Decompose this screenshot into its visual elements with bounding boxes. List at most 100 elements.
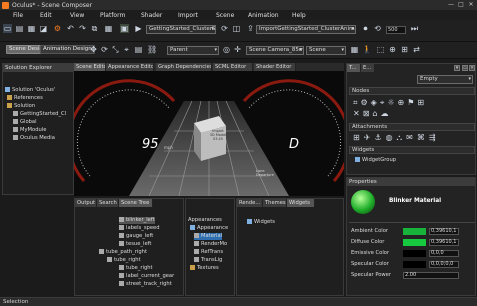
section-nodes[interactable]: Nodes xyxy=(349,87,475,95)
tab-themes[interactable]: Themes xyxy=(263,199,287,207)
tree-row[interactable]: MyModule xyxy=(13,127,46,134)
maximize-button[interactable]: □ xyxy=(456,1,466,9)
preview-icon[interactable]: ◫ xyxy=(232,24,241,33)
tree-row[interactable]: Global xyxy=(13,119,37,126)
tree-row[interactable]: Textures xyxy=(190,265,219,272)
target-icon[interactable]: ✛ xyxy=(233,45,242,54)
camera-select[interactable]: Scene Camera_85mm xyxy=(246,46,304,55)
menu-file[interactable]: File xyxy=(13,12,23,19)
tab-appearance-editor[interactable]: Appearance Editor xyxy=(106,63,154,71)
save-icon[interactable]: ▦ xyxy=(27,24,36,33)
tree-row[interactable]: Appearance xyxy=(190,225,228,232)
tab-toolbox[interactable]: T... xyxy=(347,64,361,72)
link-icon[interactable]: ⛓ xyxy=(147,45,157,54)
node-icons[interactable]: ⌗⚙◈⌖☼⊕⚑⊞ ✕⊠⌂☁ xyxy=(353,97,473,119)
step-icon[interactable]: ⏭ xyxy=(410,24,419,33)
tree-row[interactable]: tesue_left xyxy=(119,241,151,248)
tab-scml-editor[interactable]: SCML Editor xyxy=(213,63,253,71)
attachment-icons[interactable]: ⊞✈⚓◍⛬✉⌘⇶ xyxy=(353,133,473,143)
parent-select[interactable]: Parent xyxy=(167,46,219,55)
tab-graph-dependencies[interactable]: Graph Dependencies xyxy=(156,63,212,71)
tree-row[interactable]: Solution 'Oculus' xyxy=(5,87,55,94)
grid-icon[interactable]: ▦ xyxy=(104,24,113,33)
tree-row[interactable]: Appearances xyxy=(188,217,222,224)
snap-icon[interactable]: ⌖ xyxy=(122,45,131,54)
tree-row[interactable]: tube_path_right xyxy=(99,249,147,256)
tree-row[interactable]: blinker_left xyxy=(119,217,155,224)
undo-icon[interactable]: ↶ xyxy=(66,24,75,33)
focus-icon[interactable]: ◎ xyxy=(222,45,231,54)
tree-row[interactable]: tube_right xyxy=(107,257,141,264)
tab-search[interactable]: Search xyxy=(97,199,119,207)
tab-shader-editor[interactable]: Shader Editor xyxy=(254,63,296,71)
tree-row[interactable]: Widgets xyxy=(247,219,275,226)
open-icon[interactable]: ▤ xyxy=(15,24,24,33)
section-widgets[interactable]: Widgets xyxy=(349,146,475,154)
move-icon[interactable]: ✥ xyxy=(89,45,98,54)
align-icon[interactable]: ▤ xyxy=(134,45,143,54)
save-all-icon[interactable]: ◪ xyxy=(39,24,48,33)
menu-shader[interactable]: Shader xyxy=(141,12,162,19)
tree-row[interactable]: Oculus Media xyxy=(13,135,55,142)
ruler-icon[interactable]: ⊞ xyxy=(400,45,409,54)
tab-scene-editor[interactable]: Scene Editor xyxy=(74,63,106,71)
close-button[interactable]: ✕ xyxy=(466,1,476,9)
tree-row[interactable]: RefTrans xyxy=(194,249,223,256)
refresh-icon[interactable]: ⟳ xyxy=(220,24,229,33)
run-icon[interactable]: ▣ xyxy=(120,24,129,33)
tree-row[interactable]: References xyxy=(7,95,43,102)
ambient-value[interactable]: 0,39610,1 xyxy=(429,228,459,235)
settings-icon[interactable]: ⚙ xyxy=(53,24,62,33)
tree-row[interactable]: TransLig xyxy=(194,257,222,264)
frame-icon[interactable]: ⬚ xyxy=(376,45,385,54)
copy-icon[interactable]: ⧉ xyxy=(90,24,99,33)
menu-animation[interactable]: Animation xyxy=(248,12,279,19)
menu-edit[interactable]: Edit xyxy=(40,12,52,19)
tab-render[interactable]: Rende... xyxy=(237,199,263,207)
tree-row[interactable]: RenderMo xyxy=(194,241,227,248)
tree-row[interactable]: labels_speed xyxy=(119,225,160,232)
toolbox-filter[interactable]: Empty xyxy=(417,75,473,84)
ambient-swatch[interactable] xyxy=(403,228,426,235)
menu-scene[interactable]: Scene xyxy=(216,12,234,19)
rotate-icon[interactable]: ⟳ xyxy=(100,45,109,54)
new-icon[interactable]: ▭ xyxy=(3,24,12,33)
tree-row[interactable]: label_current_gear xyxy=(119,273,174,280)
grid-toggle-icon[interactable]: ▦ xyxy=(350,45,359,54)
emissive-swatch[interactable] xyxy=(403,250,426,257)
menu-platform[interactable]: Platform xyxy=(100,12,125,19)
record-icon[interactable]: ⏺ xyxy=(361,24,370,33)
scene-viewport[interactable]: 95 mph D Import 3D Model 03.45 Lane Depa… xyxy=(74,71,344,196)
menu-view[interactable]: View xyxy=(70,12,84,19)
tab-e[interactable]: E... xyxy=(361,64,375,72)
import-icon[interactable]: ⇪ xyxy=(246,24,255,33)
tab-widgets[interactable]: Widgets xyxy=(287,199,315,207)
view-select[interactable]: Scene xyxy=(306,46,346,55)
scene-select[interactable]: GettingStarted_ClusterScene xyxy=(146,25,216,34)
tree-row[interactable]: Solution xyxy=(7,103,35,110)
dock-icon[interactable]: ▫ xyxy=(462,65,468,71)
diffuse-value[interactable]: 0,39610,1 xyxy=(429,239,459,246)
emissive-value[interactable]: 0,0,0 xyxy=(429,250,459,257)
zoom-icon[interactable]: ⊕ xyxy=(388,45,397,54)
panel-close-icon[interactable]: × xyxy=(469,65,475,71)
widget-group-item[interactable]: WidgetGroup xyxy=(355,157,396,164)
import-select[interactable]: ImportGettingStarted_ClusterAnimation xyxy=(256,25,356,34)
section-attachments[interactable]: Attachments xyxy=(349,123,475,131)
menu-import[interactable]: Import xyxy=(178,12,198,19)
animation-design-button[interactable]: Animation Design xyxy=(40,45,95,54)
tab-scene-tree[interactable]: Scene Tree xyxy=(119,199,153,207)
redo-icon[interactable]: ↷ xyxy=(78,24,87,33)
pin-icon[interactable]: ▾ xyxy=(454,65,460,71)
diffuse-swatch[interactable] xyxy=(403,239,426,246)
menu-help[interactable]: Help xyxy=(292,12,306,19)
tree-row[interactable]: street_track_right xyxy=(119,281,172,288)
tree-row[interactable]: Material xyxy=(194,233,223,240)
specular-power-value[interactable]: 2.00 xyxy=(403,272,459,279)
walk-icon[interactable]: 🚶 xyxy=(362,45,372,54)
tree-row[interactable]: tube_right xyxy=(119,265,153,272)
frame-input[interactable]: 500 xyxy=(386,26,406,34)
tab-output[interactable]: Output xyxy=(75,199,97,207)
play-icon[interactable]: ▶ xyxy=(134,24,143,33)
specular-swatch[interactable] xyxy=(403,261,426,268)
